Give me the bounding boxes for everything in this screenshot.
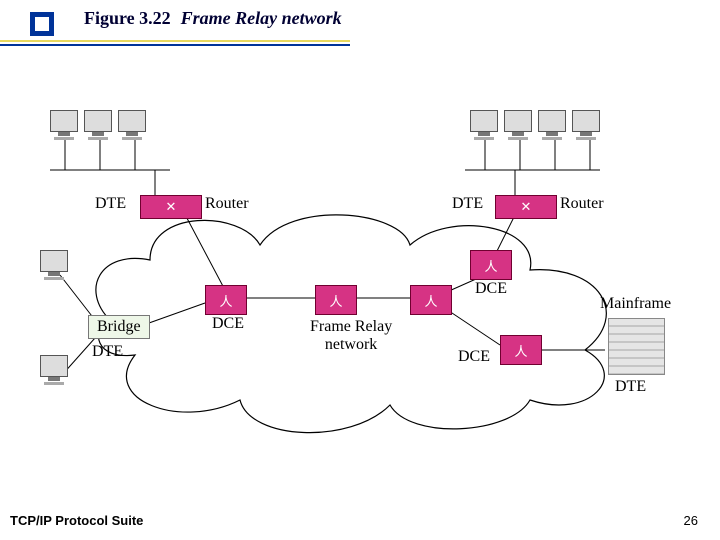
cloud-title: Frame Relay network — [310, 318, 392, 355]
bridge-label: Bridge — [88, 315, 150, 339]
pc-icon — [572, 110, 600, 132]
pc-icon — [84, 110, 112, 132]
diagram-area: ✕ ✕ 人 人 人 人 人 DTE Router DTE Router Brid… — [40, 100, 680, 460]
dce-switch-icon: 人 — [500, 335, 542, 365]
mainframe-label: Mainframe — [600, 295, 671, 313]
pc-icon — [470, 110, 498, 132]
title-underline-blue — [0, 44, 350, 46]
connection-lines — [40, 100, 680, 460]
router-label: Router — [560, 195, 604, 213]
pc-icon — [50, 110, 78, 132]
title-underline-gold — [0, 40, 350, 42]
dce-switch-icon: 人 — [205, 285, 247, 315]
dce-switch-icon: 人 — [410, 285, 452, 315]
pc-group-left — [50, 110, 146, 132]
dte-label: DTE — [452, 195, 483, 213]
pc-icon — [40, 250, 68, 272]
dce-label: DCE — [212, 315, 244, 333]
dce-switch-icon: 人 — [470, 250, 512, 280]
router-icon: ✕ — [140, 195, 202, 219]
mainframe-icon — [608, 318, 665, 375]
page-number: 26 — [684, 513, 698, 528]
pc-icon — [40, 355, 68, 377]
dte-label: DTE — [615, 378, 646, 396]
dce-switch-icon: 人 — [315, 285, 357, 315]
pc-group-right — [470, 110, 600, 132]
pc-icon — [504, 110, 532, 132]
dce-label: DCE — [475, 280, 507, 298]
dte-label: DTE — [92, 343, 123, 361]
slide-title: Figure 3.22 Frame Relay network — [0, 6, 342, 30]
dte-label: DTE — [95, 195, 126, 213]
dce-label: DCE — [458, 348, 490, 366]
pc-icon — [538, 110, 566, 132]
router-icon: ✕ — [495, 195, 557, 219]
figure-title: Frame Relay network — [181, 8, 342, 29]
pc-icon — [118, 110, 146, 132]
bullet-icon — [30, 12, 54, 36]
footer-source: TCP/IP Protocol Suite — [10, 513, 143, 528]
figure-number: Figure 3.22 — [84, 8, 171, 29]
router-label: Router — [205, 195, 249, 213]
